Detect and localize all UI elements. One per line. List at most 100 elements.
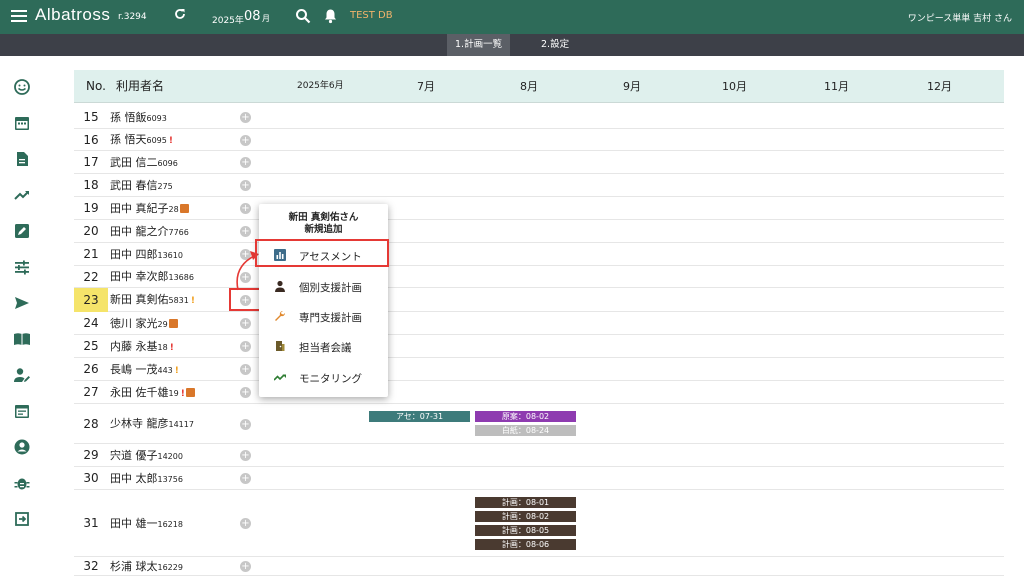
add-plan-button[interactable]: +: [240, 450, 251, 461]
table-row[interactable]: 19 田中 真紀子28 +: [74, 197, 1004, 220]
account-circle-icon[interactable]: [13, 438, 31, 456]
table-row[interactable]: 18 武田 春信275 +: [74, 174, 1004, 197]
user-name-cell[interactable]: 杉浦 球太16229: [110, 557, 183, 577]
add-plan-button[interactable]: +: [240, 419, 251, 430]
row-number: 32: [83, 559, 99, 573]
table-row[interactable]: 26 長嶋 一茂443! +: [74, 358, 1004, 381]
add-plan-button[interactable]: +: [240, 318, 251, 329]
refresh-icon[interactable]: [173, 7, 189, 25]
user-name-cell[interactable]: 武田 春信275: [110, 174, 173, 198]
add-plan-button[interactable]: +: [240, 518, 251, 529]
user-name-cell[interactable]: 孫 悟飯6093: [110, 106, 167, 130]
book-icon[interactable]: [13, 330, 31, 348]
add-plan-button[interactable]: +: [240, 387, 251, 398]
bell-icon[interactable]: [323, 8, 338, 28]
user-name: 田中 雄一: [110, 517, 158, 530]
user-name-cell[interactable]: 田中 四郎13610: [110, 243, 183, 267]
table-row[interactable]: 16 孫 悟天6095! +: [74, 129, 1004, 151]
popup-item-meeting[interactable]: 担当者会議: [259, 334, 388, 358]
tab-plan-list[interactable]: 1.計画一覧: [447, 34, 511, 56]
add-plan-button[interactable]: +: [240, 180, 251, 191]
month-header: 2025年6月: [297, 81, 344, 91]
user-name[interactable]: ワンピース単単 吉村 さん: [908, 11, 1012, 24]
tune-icon[interactable]: [13, 258, 31, 276]
wrench-icon: [275, 310, 286, 321]
user-name-cell[interactable]: 新田 真剣佑5831!: [110, 288, 195, 313]
table-row[interactable]: 23 新田 真剣佑5831! +: [74, 288, 1004, 312]
schedule-bar-plan[interactable]: 計画：08-01: [475, 497, 576, 508]
bug-icon[interactable]: [13, 474, 31, 492]
app-title[interactable]: Albatross: [35, 5, 110, 25]
popup-title: 新田 真剣佑さん 新規追加: [259, 212, 388, 236]
user-name-cell[interactable]: 永田 佐千雄19!: [110, 381, 195, 406]
table-row[interactable]: 24 徳川 家光29 +: [74, 312, 1004, 335]
user-name-cell[interactable]: 田中 幸次郎13686: [110, 266, 194, 289]
schedule-bar-draft[interactable]: 原案：08-02: [475, 411, 576, 422]
tab-settings[interactable]: 2.設定: [533, 34, 577, 56]
user-name-cell[interactable]: 田中 雄一16218: [110, 490, 183, 558]
trending-icon[interactable]: [13, 186, 31, 204]
user-name-cell[interactable]: 長嶋 一茂443!: [110, 358, 179, 383]
user-name-cell[interactable]: 田中 太郎13756: [110, 467, 183, 491]
table-row[interactable]: 28 少林寺 龍彦14117 +: [74, 404, 1004, 444]
send-icon[interactable]: [13, 294, 31, 312]
user-name: 武田 春信: [110, 179, 158, 192]
user-name-cell[interactable]: 孫 悟天6095!: [110, 129, 173, 152]
schedule-bar-assessment[interactable]: アセ：07-31: [369, 411, 470, 422]
user-name: 孫 悟飯: [110, 111, 147, 124]
user-name-cell[interactable]: 田中 真紀子28: [110, 197, 189, 221]
popup-item-label: モニタリング: [299, 373, 362, 385]
add-plan-button[interactable]: +: [240, 226, 251, 237]
add-plan-button[interactable]: +: [240, 112, 251, 123]
table-row[interactable]: 27 永田 佐千雄19! +: [74, 381, 1004, 404]
date-month[interactable]: 08: [244, 9, 261, 24]
edit-icon[interactable]: [13, 222, 31, 240]
table-row[interactable]: 22 田中 幸次郎13686 +: [74, 266, 1004, 288]
popup-item-special-plan[interactable]: 専門支援計画: [259, 304, 388, 328]
menu-icon[interactable]: [11, 10, 27, 22]
add-plan-button[interactable]: +: [240, 561, 251, 572]
month-header: 10月: [722, 80, 747, 93]
popup-item-monitoring[interactable]: モニタリング: [259, 365, 388, 389]
search-icon[interactable]: [295, 8, 311, 28]
user-name-cell[interactable]: 少林寺 龍彦14117: [110, 404, 194, 445]
month-header: 7月: [417, 80, 435, 93]
add-plan-button[interactable]: +: [240, 473, 251, 484]
user-name: 内藤 永基: [110, 340, 158, 353]
user-id: 443: [157, 366, 173, 375]
exit-icon[interactable]: [13, 510, 31, 528]
date-year[interactable]: 2025年: [212, 13, 244, 26]
schedule-bar-blank[interactable]: 白紙：08-24: [475, 425, 576, 436]
user-id: 7766: [168, 228, 189, 237]
event-note-icon[interactable]: [13, 402, 31, 420]
user-name-cell[interactable]: 宍道 優子14200: [110, 444, 183, 468]
schedule-bar-plan[interactable]: 計画：08-02: [475, 511, 576, 522]
table-row[interactable]: 20 田中 龍之介7766 +: [74, 220, 1004, 243]
table-row[interactable]: 32 杉浦 球太16229 +: [74, 557, 1004, 576]
add-plan-button[interactable]: +: [240, 341, 251, 352]
user-id: 28: [168, 205, 179, 214]
person-edit-icon[interactable]: [13, 366, 31, 384]
add-plan-button[interactable]: +: [240, 135, 251, 146]
table-row[interactable]: 25 内藤 永基18! +: [74, 335, 1004, 358]
user-name-cell[interactable]: 内藤 永基18!: [110, 335, 174, 360]
schedule-bar-plan[interactable]: 計画：08-05: [475, 525, 576, 536]
schedule-bar-plan[interactable]: 計画：08-06: [475, 539, 576, 550]
document-icon[interactable]: [13, 150, 31, 168]
user-name-cell[interactable]: 田中 龍之介7766: [110, 220, 189, 244]
table-row[interactable]: 21 田中 四郎13610 +: [74, 243, 1004, 266]
calendar-icon[interactable]: [13, 114, 31, 132]
table-row[interactable]: 17 武田 信二6096 +: [74, 151, 1004, 174]
add-plan-button[interactable]: +: [240, 364, 251, 375]
table-row[interactable]: 15 孫 悟飯6093 +: [74, 106, 1004, 129]
popup-item-individual-plan[interactable]: 個別支援計画: [259, 274, 388, 298]
smile-icon[interactable]: [13, 78, 31, 96]
table-row[interactable]: 30 田中 太郎13756 +: [74, 467, 1004, 490]
user-name-cell[interactable]: 武田 信二6096: [110, 151, 178, 175]
table-row[interactable]: 29 宍道 優子14200 +: [74, 444, 1004, 467]
row-number: 18: [83, 178, 99, 192]
add-plan-button[interactable]: +: [240, 203, 251, 214]
user-id: 275: [157, 182, 173, 191]
user-name-cell[interactable]: 徳川 家光29: [110, 312, 178, 336]
add-plan-button[interactable]: +: [240, 157, 251, 168]
